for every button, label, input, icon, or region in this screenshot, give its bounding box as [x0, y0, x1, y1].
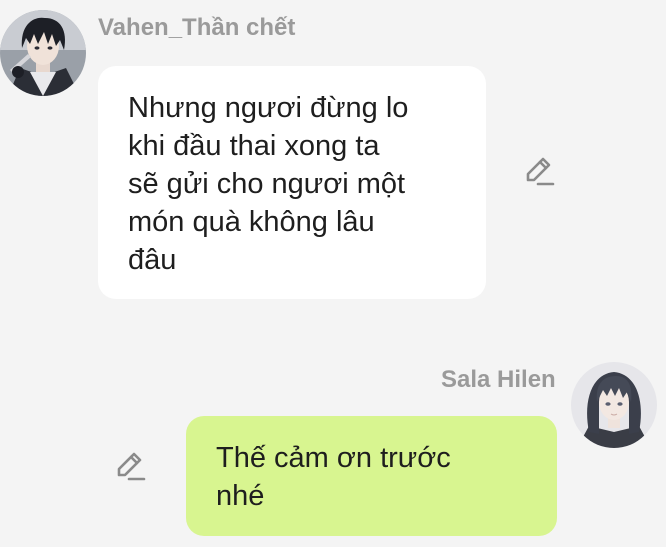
avatar-vahen[interactable]	[0, 10, 86, 96]
message-bubble-incoming[interactable]: Nhưng ngươi đừng lo khi đầu thai xong ta…	[98, 66, 486, 299]
message-bubble-outgoing[interactable]: Thế cảm ơn trước nhé	[186, 416, 557, 536]
pencil-icon[interactable]	[522, 154, 556, 188]
pencil-icon[interactable]	[113, 449, 147, 483]
avatar-dark-haired-girl-icon	[571, 362, 657, 448]
sender-name-sala: Sala Hilen	[441, 366, 556, 393]
message-text: Thế cảm ơn trước nhé	[216, 442, 451, 512]
sender-name-vahen: Vahen_Thần chết	[98, 14, 296, 41]
avatar-dark-haired-boy-icon	[0, 10, 86, 96]
avatar-sala[interactable]	[571, 362, 657, 448]
message-text: Nhưng ngươi đừng lo khi đầu thai xong ta…	[128, 92, 409, 276]
